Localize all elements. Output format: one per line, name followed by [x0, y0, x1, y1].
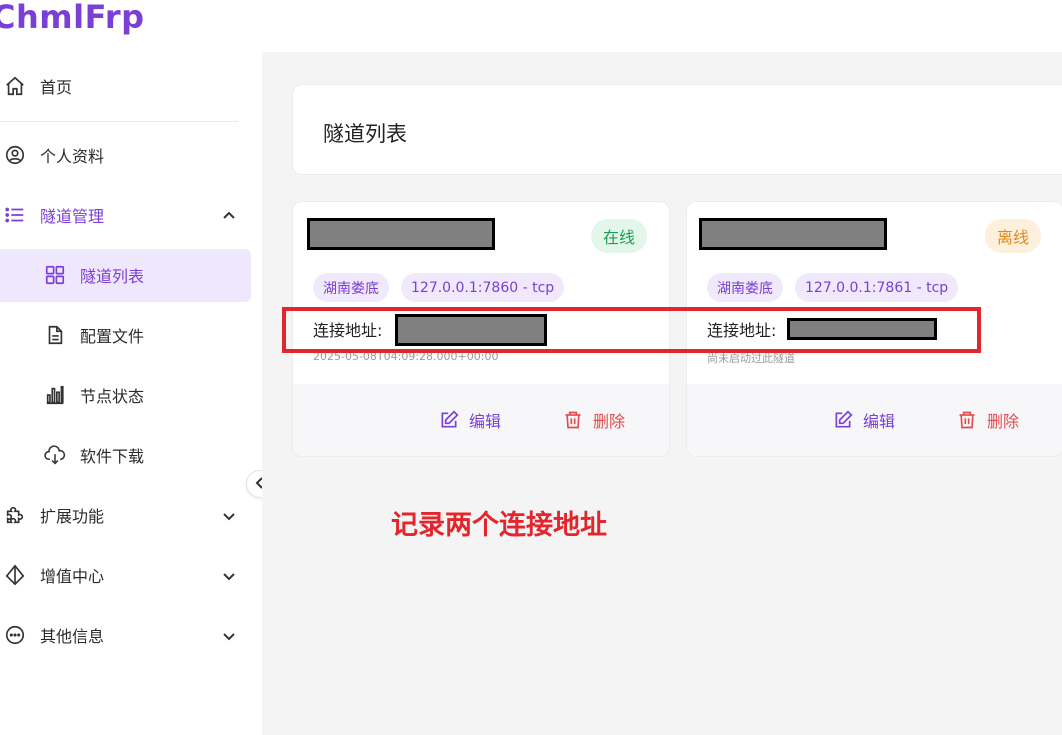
edit-label: 编辑 — [863, 412, 896, 431]
sidebar-item-config-file[interactable]: 配置文件 — [44, 315, 144, 355]
delete-label: 删除 — [593, 412, 626, 431]
list-icon — [4, 204, 26, 226]
edit-label: 编辑 — [469, 412, 502, 431]
tunnel-name-redacted — [699, 218, 887, 250]
annotation-highlight-box — [282, 307, 981, 353]
chevron-up-icon — [222, 208, 236, 222]
local-address-tag: 127.0.0.1:7861 - tcp — [795, 273, 959, 302]
file-icon — [44, 324, 66, 346]
delete-button[interactable]: 删除 — [957, 408, 1019, 432]
sidebar-item-label: 其他信息 — [40, 627, 105, 646]
sidebar-item-label: 隧道列表 — [80, 267, 145, 286]
status-badge: 在线 — [591, 219, 648, 253]
delete-label: 删除 — [987, 412, 1020, 431]
region-tag: 湖南娄底 — [707, 273, 783, 302]
edit-icon — [833, 410, 853, 430]
sidebar-item-home[interactable]: 首页 — [4, 66, 72, 106]
edit-button[interactable]: 编辑 — [439, 408, 501, 432]
home-icon — [4, 75, 26, 97]
chevron-down-icon — [222, 508, 236, 522]
sidebar-item-label: 节点状态 — [80, 387, 145, 406]
card-footer: 编辑 删除 — [687, 384, 1062, 456]
diamond-icon — [4, 564, 26, 586]
local-address-tag: 127.0.0.1:7860 - tcp — [401, 273, 565, 302]
more-circle-icon — [4, 624, 26, 646]
sidebar-item-value-center[interactable]: 增值中心 — [4, 555, 244, 595]
sidebar-item-label: 增值中心 — [40, 567, 105, 586]
sidebar-item-label: 隧道管理 — [40, 207, 105, 226]
sidebar-item-profile[interactable]: 个人资料 — [4, 135, 104, 175]
sidebar-item-label: 扩展功能 — [40, 507, 105, 526]
page-title: 隧道列表 — [323, 122, 407, 146]
sidebar-divider — [0, 121, 238, 122]
puzzle-icon — [4, 504, 26, 526]
chevron-down-icon — [222, 568, 236, 582]
edit-button[interactable]: 编辑 — [833, 408, 895, 432]
sidebar-item-label: 配置文件 — [80, 327, 145, 346]
status-badge: 离线 — [985, 219, 1042, 253]
grid-icon — [44, 264, 66, 286]
sidebar-item-tunnel-list[interactable]: 隧道列表 — [44, 255, 144, 295]
cloud-download-icon — [44, 444, 66, 466]
card-footer: 编辑 删除 — [293, 384, 669, 456]
sidebar-item-label: 软件下载 — [80, 447, 145, 466]
bar-chart-icon — [44, 384, 66, 406]
annotation-text: 记录两个连接地址 — [391, 510, 607, 541]
region-tag: 湖南娄底 — [313, 273, 389, 302]
trash-icon — [563, 410, 583, 430]
tunnel-name-redacted — [307, 218, 495, 250]
delete-button[interactable]: 删除 — [563, 408, 625, 432]
chevron-down-icon — [222, 628, 236, 642]
sidebar-item-tunnel-manage[interactable]: 隧道管理 — [4, 195, 244, 235]
app-logo[interactable]: ChmlFrp — [0, 0, 145, 36]
sidebar-item-other-info[interactable]: 其他信息 — [4, 615, 244, 655]
page-header-card: 隧道列表 — [292, 84, 1062, 175]
sidebar-item-node-status[interactable]: 节点状态 — [44, 375, 144, 415]
sidebar-item-label: 个人资料 — [40, 147, 105, 166]
sidebar-item-label: 首页 — [40, 78, 73, 97]
sidebar-item-extensions[interactable]: 扩展功能 — [4, 495, 244, 535]
edit-icon — [439, 410, 459, 430]
sidebar-item-software-download[interactable]: 软件下载 — [44, 435, 144, 475]
trash-icon — [957, 410, 977, 430]
user-circle-icon — [4, 144, 26, 166]
